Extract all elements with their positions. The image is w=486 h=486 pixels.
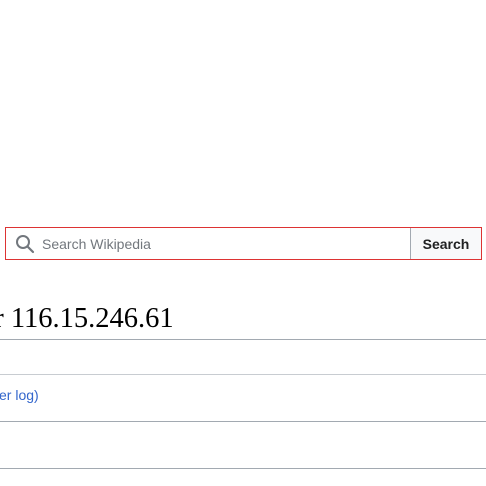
search-input[interactable]	[6, 228, 410, 259]
subtitle-links: lter log)	[0, 385, 39, 405]
subtitle-close-paren: )	[34, 387, 39, 403]
filter-log-link[interactable]: lter log	[0, 387, 34, 403]
search-button[interactable]: Search	[410, 228, 481, 259]
page-title: or 116.15.246.61	[0, 303, 174, 334]
search-form: Search	[5, 227, 482, 260]
page: Search or 116.15.246.61 lter log)	[0, 0, 486, 486]
section-divider	[0, 421, 486, 422]
heading-divider	[0, 339, 486, 340]
search-icon	[15, 234, 35, 254]
section-divider	[0, 468, 486, 469]
section-divider	[0, 374, 486, 375]
search-field	[6, 228, 410, 259]
